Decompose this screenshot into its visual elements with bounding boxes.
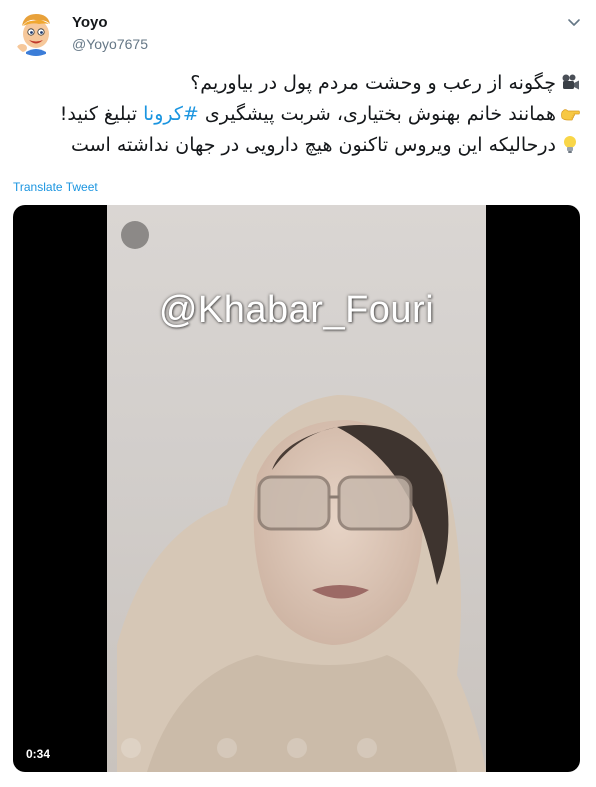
light-bulb-icon	[560, 133, 580, 153]
tweet-line-text: چگونه از رعب و وحشت مردم پول در بیاوریم؟	[190, 72, 556, 94]
tweet-line: چگونه از رعب و وحشت مردم پول در بیاوریم؟	[12, 68, 580, 99]
tweet-line-text: همانند خانم بهنوش بختیاری، شربت پیشگیری	[198, 103, 556, 125]
video-duration-badge: 0:34	[21, 744, 56, 764]
tweet-line-text: درحالیکه این ویروس تاکنون هیچ دارویی در …	[70, 134, 556, 156]
cartoon-boy-avatar-icon	[12, 8, 60, 56]
tweet-line-text: تبلیغ کنید!	[59, 103, 144, 125]
tweet-text: چگونه از رعب و وحشت مردم پول در بیاوریم؟…	[12, 68, 580, 161]
video-player[interactable]: @Khabar_Fouri 0:34	[13, 205, 580, 772]
pointing-hand-icon	[560, 102, 580, 122]
avatar[interactable]	[12, 8, 60, 56]
author-handle[interactable]: @Yoyo7675	[72, 36, 148, 52]
tweet-line: همانند خانم بهنوش بختیاری، شربت پیشگیری …	[12, 99, 580, 130]
movie-camera-icon	[560, 71, 580, 91]
tweet-card: Yoyo @Yoyo7675 چگونه از رعب و وحشت مردم …	[0, 0, 596, 787]
video-watermark: @Khabar_Fouri	[158, 289, 435, 331]
video-frame: @Khabar_Fouri	[107, 205, 486, 772]
translate-tweet-link[interactable]: Translate Tweet	[13, 180, 98, 194]
chevron-down-icon[interactable]	[566, 14, 582, 30]
hashtag-link[interactable]: #کرونا	[143, 103, 199, 125]
author-name[interactable]: Yoyo	[72, 14, 108, 31]
tweet-line: درحالیکه این ویروس تاکنون هیچ دارویی در …	[12, 130, 580, 161]
